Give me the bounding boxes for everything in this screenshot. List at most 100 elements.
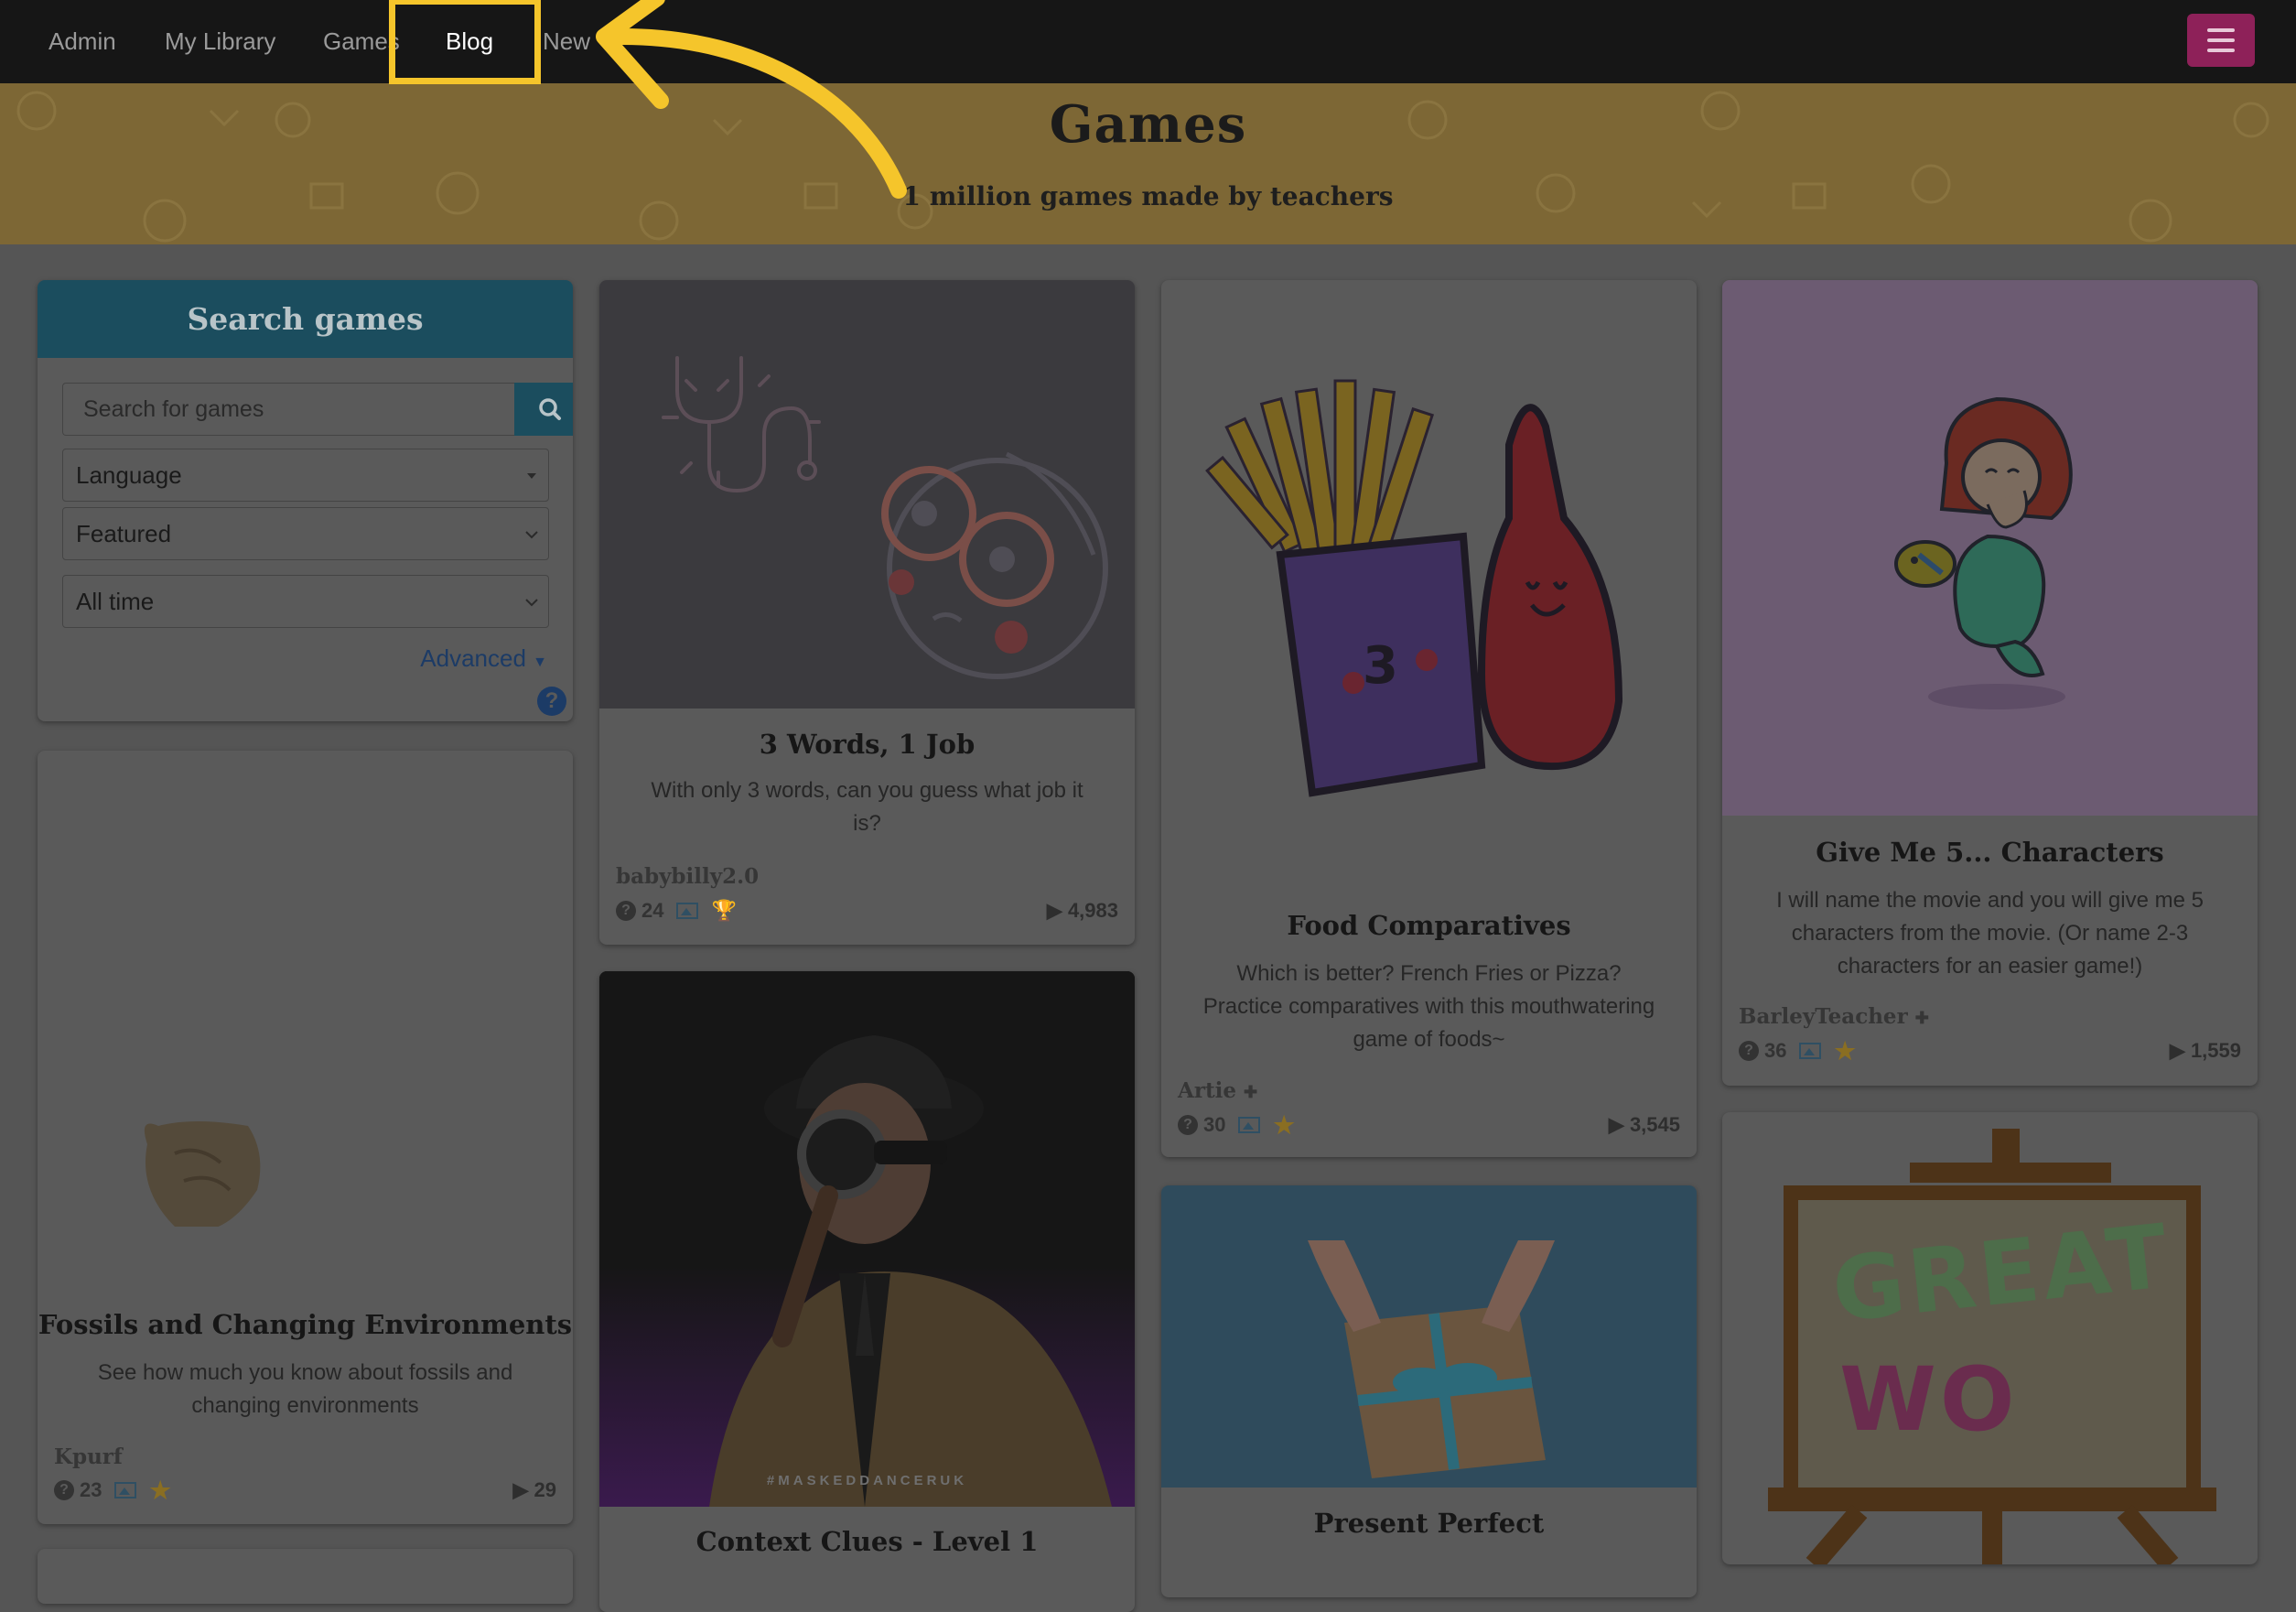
play-icon: ▶ [1608, 1113, 1624, 1136]
time-select[interactable]: All time [62, 575, 549, 628]
search-input[interactable] [62, 383, 515, 436]
question-count-value: 23 [80, 1478, 102, 1501]
game-author[interactable]: babybilly2.0 [616, 864, 759, 889]
question-count: ? 36 ★ [1739, 1039, 1856, 1063]
mermaid-illustration [1722, 280, 2258, 816]
question-icon: ? [1739, 1041, 1759, 1061]
advanced-search-link[interactable]: Advanced ▼ [420, 644, 547, 673]
game-author-name: BarleyTeacher [1739, 1004, 1908, 1029]
top-navbar: Admin My Library Games Blog New [0, 0, 2296, 83]
image-icon [1799, 1043, 1822, 1059]
game-card-give-me-5[interactable]: Give Me 5... Characters I will name the … [1722, 280, 2258, 1086]
trophy-icon: 🏆 [711, 899, 737, 922]
language-select-value: Language [76, 461, 182, 489]
play-count-value: 3,545 [1629, 1113, 1680, 1136]
hamburger-menu-button[interactable] [2187, 14, 2255, 67]
watermark-text: #MASKEDDANCERUK [766, 1473, 968, 1488]
caret-down-icon [527, 473, 536, 479]
question-count: ? 23 ★ [54, 1478, 171, 1502]
nav-my-library[interactable]: My Library [165, 0, 275, 83]
game-stats: ? 30 ★ ▶ 3,545 [1178, 1113, 1680, 1141]
play-count: ▶ 3,545 [1609, 1113, 1680, 1137]
star-icon: ★ [149, 1477, 171, 1504]
question-count: ? 30 ★ [1178, 1113, 1295, 1137]
game-card-3-words-1-job[interactable]: 3 Words, 1 Job With only 3 words, can yo… [599, 280, 1135, 945]
detective-photo [599, 971, 1135, 1507]
game-card-partial[interactable] [38, 1549, 573, 1604]
advanced-link-label: Advanced [420, 644, 526, 672]
game-card-present-perfect[interactable]: Present Perfect [1161, 1185, 1697, 1597]
language-select[interactable]: Language [62, 449, 549, 502]
play-count: ▶ 1,559 [2170, 1039, 2241, 1063]
sort-select[interactable]: Featured [62, 507, 549, 560]
play-icon: ▶ [2169, 1039, 2185, 1062]
question-count: ? 24 🏆 [616, 899, 737, 923]
game-description: See how much you know about fossils and … [97, 1360, 513, 1418]
page-title: Games [1049, 94, 1247, 155]
game-stats: ? 36 ★ ▶ 1,559 [1739, 1039, 2241, 1066]
blog-highlight-box [389, 0, 541, 84]
question-count-value: 24 [641, 899, 664, 922]
game-title: Present Perfect [1313, 1508, 1545, 1539]
pointer-arrow-icon [596, 0, 907, 199]
play-count-value: 29 [534, 1478, 556, 1501]
game-author-name: Artie [1178, 1078, 1236, 1103]
star-icon: ★ [1273, 1111, 1295, 1139]
menu-icon-bar [2207, 28, 2235, 32]
game-description: I will name the movie and you will give … [1776, 888, 2204, 979]
game-stats: ? 23 ★ ▶ 29 [54, 1478, 556, 1506]
game-card-great-work[interactable]: GREAT WO [1722, 1112, 2258, 1564]
question-count-value: 36 [1764, 1039, 1787, 1062]
play-count-value: 1,559 [2190, 1039, 2241, 1062]
game-title: Give Me 5... Characters [1816, 837, 2164, 868]
play-icon: ▶ [1046, 899, 1062, 922]
play-count: ▶ 29 [512, 1478, 556, 1502]
question-icon: ? [54, 1480, 74, 1500]
sort-select-value: Featured [76, 520, 172, 547]
search-button[interactable] [514, 383, 573, 436]
game-card-context-clues[interactable]: #MASKEDDANCERUK Context Clues - Level 1 [599, 971, 1135, 1612]
chevron-down-icon [525, 599, 538, 607]
play-count: ▶ 4,983 [1047, 899, 1118, 923]
play-icon: ▶ [512, 1478, 529, 1501]
image-icon [1238, 1117, 1261, 1133]
game-title: Fossils and Changing Environments [38, 1309, 573, 1340]
follow-plus-icon[interactable]: ✚ [1915, 1009, 1929, 1028]
svg-text:3: 3 [1363, 636, 1398, 696]
job-illustration [599, 280, 1135, 709]
time-select-value: All time [76, 588, 155, 615]
game-author[interactable]: BarleyTeacher ✚ [1739, 1004, 1929, 1029]
easel-text-line-2: WO [1839, 1348, 2019, 1451]
question-icon: ? [1178, 1115, 1198, 1135]
game-description: With only 3 words, can you guess what jo… [651, 778, 1083, 836]
menu-icon-bar [2207, 49, 2235, 52]
nav-admin[interactable]: Admin [49, 0, 116, 83]
question-count-value: 30 [1203, 1113, 1226, 1136]
game-title: Food Comparatives [1287, 910, 1571, 941]
game-stats: ? 24 🏆 ▶ 4,983 [616, 899, 1118, 926]
game-description: Which is better? French Fries or Pizza? … [1202, 961, 1655, 1052]
follow-plus-icon[interactable]: ✚ [1244, 1083, 1257, 1102]
image-icon [114, 1482, 137, 1498]
chevron-down-icon [525, 531, 538, 539]
fossil-image [145, 1121, 261, 1227]
search-icon [539, 398, 561, 420]
help-icon[interactable]: ? [537, 687, 566, 716]
fries-and-ketchup-image: 3 [1205, 379, 1623, 797]
question-icon: ? [616, 901, 636, 921]
page-subtitle: 1 million games made by teachers [902, 181, 1394, 211]
gift-box-photo [1161, 1185, 1697, 1488]
game-card-food-comparatives[interactable]: 3 Food Comparatives Which is better? Fre… [1161, 280, 1697, 1157]
play-count-value: 4,983 [1067, 899, 1118, 922]
star-icon: ★ [1834, 1037, 1856, 1065]
easel-image [1768, 1129, 2216, 1564]
game-title: 3 Words, 1 Job [759, 729, 976, 760]
menu-icon-bar [2207, 38, 2235, 42]
search-panel: Search games Language Featured All time … [38, 280, 573, 721]
game-title: Context Clues - Level 1 [695, 1526, 1039, 1557]
game-author[interactable]: Artie ✚ [1178, 1078, 1257, 1103]
image-icon [676, 903, 699, 919]
game-card-fossils[interactable]: Fossils and Changing Environments See ho… [38, 751, 573, 1524]
game-author[interactable]: Kpurf [54, 1444, 123, 1469]
search-panel-title: Search games [38, 280, 573, 358]
